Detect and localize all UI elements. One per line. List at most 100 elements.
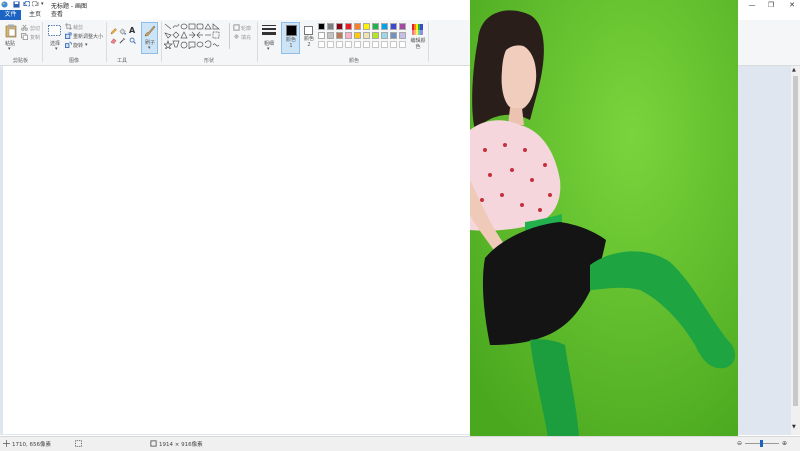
image-size: 1914 × 916像素 [159, 442, 203, 448]
size-icon[interactable] [262, 24, 276, 38]
shapes-group-label: 形状 [204, 58, 215, 64]
custom-palette-swatch[interactable] [381, 41, 388, 48]
magnifier-icon[interactable] [129, 37, 136, 44]
custom-palette-swatch[interactable] [399, 41, 406, 48]
palette-swatch[interactable] [318, 32, 325, 39]
cut-button[interactable]: 剪切 [30, 25, 40, 32]
rotate-icon[interactable] [65, 41, 72, 48]
custom-palette-swatch[interactable] [318, 41, 325, 48]
rotate-button[interactable]: 旋转 [73, 42, 83, 49]
palette-swatch[interactable] [399, 32, 406, 39]
selection-size-icon [75, 440, 82, 447]
palette-swatch[interactable] [363, 32, 370, 39]
scroll-down-icon[interactable]: ▼ [792, 424, 796, 430]
palette-swatch[interactable] [336, 23, 343, 30]
custom-palette-swatch[interactable] [327, 41, 334, 48]
custom-palette-swatch[interactable] [354, 41, 361, 48]
save-icon[interactable] [13, 1, 20, 8]
tools-group-label: 工具 [117, 58, 128, 64]
fill-shape-icon[interactable] [233, 33, 240, 40]
quick-access-dropdown-icon[interactable]: ▾ [41, 1, 48, 8]
palette-swatch[interactable] [363, 23, 370, 30]
color2-label: 颜色 2 [303, 36, 314, 48]
custom-palette-swatch[interactable] [363, 41, 370, 48]
paint-app-icon [1, 1, 8, 8]
zoom-in-button[interactable]: ⊕ [782, 440, 787, 447]
paint-canvas[interactable] [3, 66, 470, 434]
cursor-position: 1710, 656像素 [12, 442, 51, 448]
color-picker-icon[interactable] [119, 37, 126, 44]
color2-button[interactable]: 颜色 2 [301, 22, 317, 54]
edit-colors-icon[interactable] [412, 24, 423, 35]
clipboard-group-label: 剪贴板 [13, 58, 29, 64]
palette-swatch[interactable] [336, 32, 343, 39]
palette-swatch[interactable] [327, 32, 334, 39]
select-dropdown-icon[interactable]: ▾ [55, 46, 58, 52]
select-icon[interactable] [48, 25, 61, 36]
custom-palette-swatch[interactable] [336, 41, 343, 48]
brush-button[interactable]: 刷子 ▾ [141, 22, 158, 54]
window-title: 无标题 - 画图 [51, 3, 87, 10]
custom-palette-swatch[interactable] [345, 41, 352, 48]
tab-file[interactable]: 文件 [0, 10, 21, 20]
group-divider [428, 22, 429, 62]
palette-swatch[interactable] [372, 32, 379, 39]
resize-button[interactable]: 重新调整大小 [73, 33, 103, 40]
tab-view[interactable]: 查看 [46, 10, 68, 20]
crop-button[interactable]: 裁剪 [73, 24, 83, 31]
palette-swatch[interactable] [318, 23, 325, 30]
palette-swatch[interactable] [327, 23, 334, 30]
outline-icon[interactable] [233, 24, 240, 31]
color1-button[interactable]: 颜色 1 [281, 22, 300, 54]
minimize-button[interactable]: — [744, 0, 760, 10]
custom-palette-swatch[interactable] [390, 41, 397, 48]
text-icon[interactable]: A [129, 27, 136, 35]
custom-palette-swatch[interactable] [372, 41, 379, 48]
palette-swatch[interactable] [381, 23, 388, 30]
edit-colors-button[interactable]: 编辑颜色 [410, 38, 426, 50]
close-button[interactable]: ✕ [784, 0, 800, 10]
palette-swatch[interactable] [399, 23, 406, 30]
shapes-icon[interactable] [164, 23, 228, 49]
copy-icon[interactable] [21, 33, 28, 40]
vertical-scrollbar[interactable]: ▲ ▼ [791, 66, 800, 435]
image-size-icon [150, 440, 157, 447]
maximize-button[interactable]: ❐ [763, 0, 779, 10]
resize-icon[interactable] [65, 32, 72, 39]
palette-swatch[interactable] [354, 32, 361, 39]
palette-swatch[interactable] [345, 32, 352, 39]
paste-dropdown-icon[interactable]: ▾ [8, 46, 11, 52]
palette-swatch[interactable] [354, 23, 361, 30]
zoom-out-button[interactable]: ⊖ [737, 440, 742, 447]
color1-swatch [286, 25, 297, 36]
palette-swatch[interactable] [390, 23, 397, 30]
copy-button[interactable]: 复制 [30, 34, 40, 41]
fill-button[interactable]: 填充 [241, 34, 251, 41]
scroll-up-icon[interactable]: ▲ [792, 67, 796, 73]
palette-swatch[interactable] [381, 32, 388, 39]
scroll-thumb[interactable] [793, 76, 798, 406]
palette-swatch[interactable] [345, 23, 352, 30]
zoom-slider-thumb[interactable] [760, 440, 763, 447]
tab-home[interactable]: 主页 [24, 10, 46, 20]
redo-icon[interactable] [32, 1, 39, 8]
photo-illustration [470, 0, 738, 450]
cut-icon[interactable] [21, 24, 28, 31]
crop-icon[interactable] [65, 23, 72, 30]
eraser-icon[interactable] [110, 37, 117, 44]
colors-group-label: 颜色 [349, 58, 360, 64]
size-dropdown-icon[interactable]: ▾ [267, 46, 270, 52]
undo-icon[interactable] [23, 1, 30, 8]
fill-icon[interactable] [119, 28, 126, 35]
palette-swatch[interactable] [372, 23, 379, 30]
color2-swatch [304, 26, 313, 35]
group-divider [42, 22, 43, 62]
pencil-icon[interactable] [110, 28, 117, 35]
brush-icon [144, 25, 156, 37]
rotate-dropdown-icon[interactable]: ▾ [85, 42, 88, 48]
outline-button[interactable]: 轮廓 [241, 25, 251, 32]
paste-icon[interactable] [5, 24, 17, 38]
palette-swatch[interactable] [390, 32, 397, 39]
brush-dropdown-icon: ▾ [148, 45, 151, 51]
cursor-position-icon [3, 440, 10, 447]
